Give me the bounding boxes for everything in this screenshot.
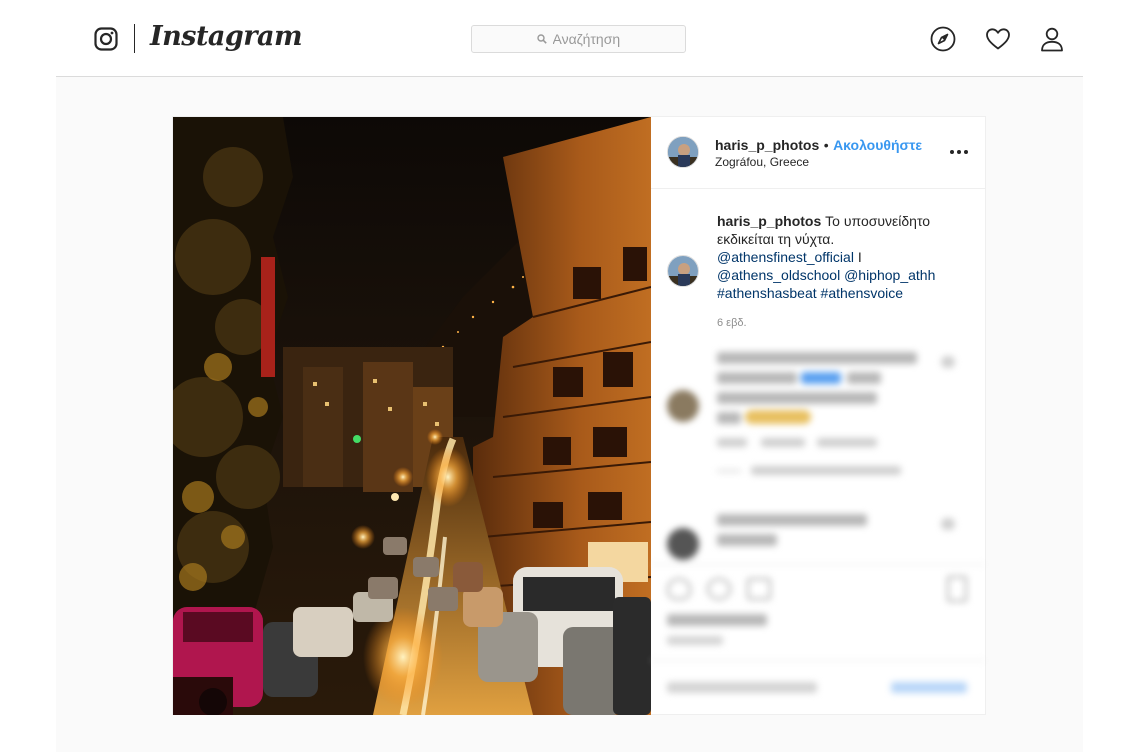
comment-icon[interactable] (707, 578, 731, 600)
hashtag-link[interactable]: #athensvoice (821, 285, 904, 301)
mention-link[interactable]: @athensfinest_official (717, 249, 854, 265)
share-icon[interactable] (747, 578, 771, 600)
comment-like-placeholder (941, 356, 955, 368)
blurred-comments-region (651, 342, 985, 714)
comment-placeholder-line (717, 352, 917, 364)
instagram-wordmark[interactable]: Instagram (150, 21, 303, 52)
post-caption: haris_p_photos Το υποσυνείδητο εκδικείτα… (717, 212, 967, 302)
post-sidebar: haris_p_photos • Ακολουθήστε Zográfou, G… (651, 117, 985, 715)
heart-icon[interactable] (985, 26, 1011, 52)
comment-placeholder-line (717, 514, 867, 526)
comment-placeholder-line (717, 372, 797, 384)
replies-placeholder (751, 466, 901, 475)
hashtag-link[interactable]: #athenshasbeat (717, 285, 817, 301)
more-options-icon[interactable] (947, 142, 971, 162)
compass-icon[interactable] (930, 26, 956, 52)
post-photo[interactable] (173, 117, 651, 715)
actions-divider (651, 564, 985, 565)
like-icon[interactable] (667, 578, 691, 600)
save-icon[interactable] (947, 576, 967, 602)
follow-button[interactable]: Ακολουθήστε (833, 137, 922, 153)
comment-placeholder-meta (717, 438, 747, 447)
mention-link[interactable]: @hiphop_athh (844, 267, 935, 283)
search-input[interactable] (552, 31, 621, 47)
comment-placeholder-line (717, 392, 877, 404)
author-username[interactable]: haris_p_photos (715, 137, 819, 153)
mention-link[interactable]: @athens_oldschool (717, 267, 840, 283)
date-placeholder (667, 636, 723, 645)
comment-placeholder-line (717, 412, 741, 424)
comment-like-placeholder (941, 518, 955, 530)
post-header: haris_p_photos • Ακολουθήστε Zográfou, G… (651, 117, 985, 189)
caption-username[interactable]: haris_p_photos (717, 213, 821, 229)
comment-placeholder-meta (761, 438, 805, 447)
top-nav: Instagram (0, 0, 1140, 76)
instagram-glyph-icon[interactable] (94, 27, 118, 51)
replies-line-placeholder (717, 470, 741, 472)
profile-icon[interactable] (1039, 26, 1065, 52)
comment-placeholder-line (847, 372, 881, 384)
post-location[interactable]: Zográfou, Greece (715, 155, 809, 169)
post-timestamp: 6 εβδ. (717, 317, 747, 329)
search-box[interactable] (471, 25, 686, 53)
commenter-avatar (667, 390, 699, 422)
post-header-line: haris_p_photos • Ακολουθήστε (715, 137, 922, 155)
avatar[interactable] (667, 136, 699, 168)
comment-placeholder-mention (801, 372, 841, 384)
logo-divider (134, 24, 135, 53)
search-icon (536, 34, 547, 44)
comment-placeholder-line (717, 534, 777, 546)
separator-dot: • (823, 137, 829, 153)
caption-separator: I (857, 249, 862, 265)
comment-placeholder-emoji (745, 410, 811, 424)
post-comment-button-placeholder[interactable] (891, 682, 967, 693)
commenter-avatar (667, 528, 699, 560)
comment-placeholder-meta (817, 438, 877, 447)
caption-avatar[interactable] (667, 255, 699, 287)
comment-box-divider (651, 660, 985, 661)
likes-count-placeholder (667, 614, 767, 626)
post-card: haris_p_photos • Ακολουθήστε Zográfou, G… (172, 116, 986, 715)
add-comment-input-placeholder[interactable] (667, 682, 817, 693)
